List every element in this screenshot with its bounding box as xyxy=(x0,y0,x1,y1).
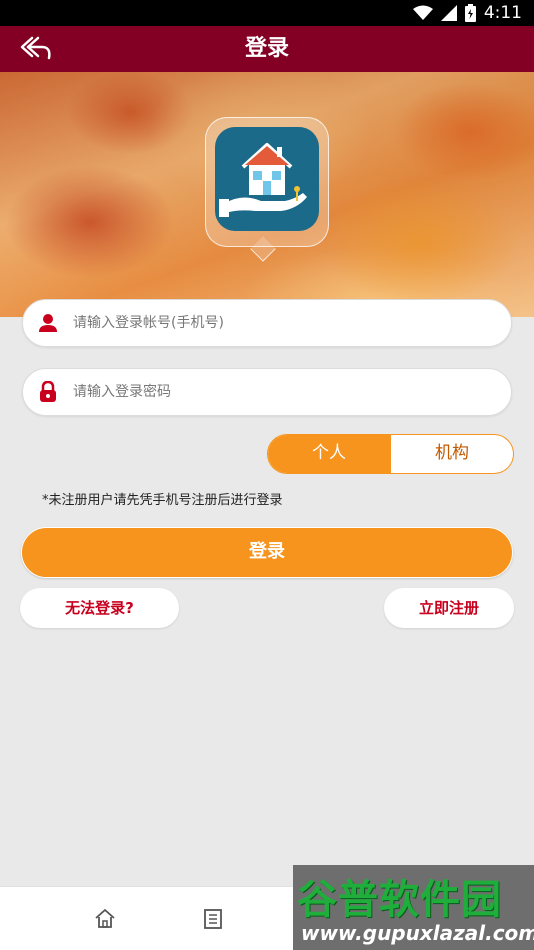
wifi-icon xyxy=(412,5,433,20)
watermark-url: www.gupuxlazal.com xyxy=(301,921,534,945)
watermark-logo: 谷普软件园 www.gupuxlazal.com xyxy=(293,865,534,950)
status-bar: 4:11 xyxy=(0,0,534,26)
account-type-organization[interactable]: 机构 xyxy=(390,435,513,473)
lock-icon xyxy=(40,381,56,402)
account-type-toggle: 个人 机构 xyxy=(267,434,514,474)
home-icon[interactable] xyxy=(93,907,117,931)
app-bar: 登录 xyxy=(0,26,534,72)
status-time: 4:11 xyxy=(483,3,522,23)
account-type-personal[interactable]: 个人 xyxy=(268,435,390,473)
status-icons: 4:11 xyxy=(412,3,522,23)
battery-icon xyxy=(464,4,476,22)
login-button[interactable]: 登录 xyxy=(21,527,513,578)
account-field[interactable] xyxy=(22,299,512,347)
register-note: *未注册用户请先凭手机号注册后进行登录 xyxy=(42,493,283,508)
signal-icon xyxy=(440,5,457,21)
password-field[interactable] xyxy=(22,368,512,416)
page-title: 登录 xyxy=(244,36,289,61)
house-in-hand-icon xyxy=(219,143,307,217)
app-logo xyxy=(215,127,319,231)
hero-banner xyxy=(0,72,534,317)
watermark-title: 谷普软件园 xyxy=(297,877,502,923)
account-input[interactable] xyxy=(73,300,493,346)
cant-login-link[interactable]: 无法登录? xyxy=(20,588,179,628)
register-link[interactable]: 立即注册 xyxy=(384,588,514,628)
password-input[interactable] xyxy=(73,369,493,415)
document-icon[interactable] xyxy=(201,907,225,931)
user-icon xyxy=(39,314,57,332)
